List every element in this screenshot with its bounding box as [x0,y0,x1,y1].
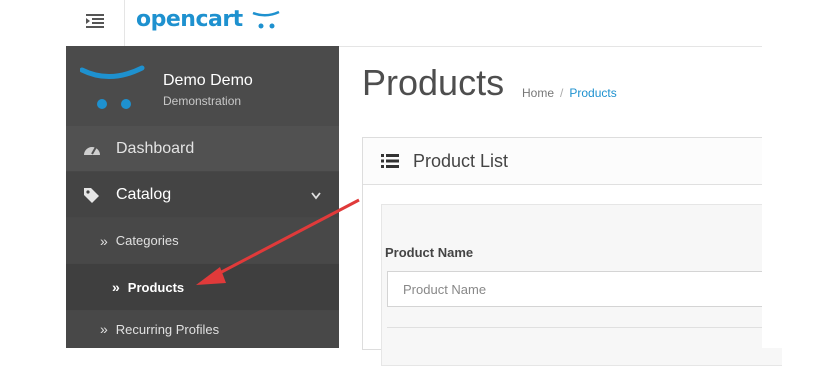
sidebar-subitem-products[interactable]: » Products [66,264,339,311]
list-icon [381,154,399,168]
product-list-panel: Product List Product Name Product Name [362,137,782,366]
double-chevron-right-icon: » [112,279,120,295]
breadcrumb-products-link[interactable]: Products [569,86,616,100]
cart-logo-icon [252,10,280,29]
top-header: opencart [66,0,762,47]
cart-avatar-icon [79,62,146,117]
breadcrumb-home-link[interactable]: Home [522,86,554,100]
panel-heading: Product List [363,138,773,185]
tags-icon [82,187,102,203]
divider [387,327,777,328]
sidebar-subitem-recurring-profiles[interactable]: » Recurring Profiles [66,311,339,348]
sidebar-subitem-label: Products [127,279,185,295]
profile-name: Demo Demo [163,72,253,89]
page-right-margin [762,0,828,348]
sidebar-item-label: Dashboard [116,139,195,157]
sidebar-subitem-label: Categories [115,233,179,248]
page-title: Products [362,62,505,103]
opencart-logo[interactable]: opencart [136,7,280,32]
profile-role: Demonstration [163,94,242,108]
sidebar-item-label: Catalog [116,185,172,203]
sidebar-subitem-label: Recurring Profiles [115,321,220,337]
sidebar-item-dashboard[interactable]: Dashboard [66,126,339,172]
breadcrumb-separator: / [560,86,564,100]
menu-indent-icon [86,13,104,33]
menu-toggle-button[interactable] [66,0,125,46]
dashboard-icon [82,142,102,156]
double-chevron-right-icon: » [100,321,108,337]
user-profile[interactable]: Demo Demo Demonstration [66,46,339,127]
double-chevron-right-icon: » [100,232,108,249]
panel-title: Product List [413,150,509,171]
product-name-placeholder: Product Name [403,281,487,297]
product-name-label: Product Name [385,245,474,260]
product-name-input[interactable]: Product Name [387,271,767,307]
sidebar-subitem-categories[interactable]: » Categories [66,218,339,264]
sidebar: Demo Demo Demonstration Dashboard Catalo… [66,46,339,348]
chevron-down-icon [311,187,321,205]
breadcrumb: Home / Products [522,86,617,100]
logo-text: opencart [136,7,243,32]
sidebar-item-catalog[interactable]: Catalog [66,172,339,218]
